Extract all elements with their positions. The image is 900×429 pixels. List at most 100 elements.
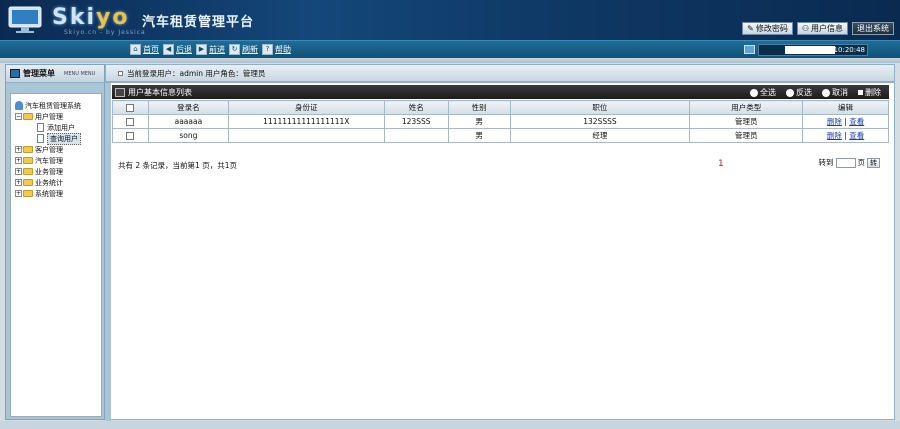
expand-icon: +: [15, 168, 22, 175]
list-icon: [115, 87, 125, 97]
current-user-text: 当前登录用户：admin 用户角色：管理员: [127, 68, 266, 78]
cell-login: aaaaaa: [147, 114, 229, 129]
delete-icon: [858, 90, 863, 95]
col-id-card: 身份证: [227, 100, 385, 115]
change-password-button[interactable]: ✎ 修改密码: [742, 22, 793, 35]
folder-icon: [23, 179, 33, 186]
checkbox[interactable]: [126, 104, 135, 112]
brand-subtitle: Skiyo.cn - by Jessica: [64, 29, 146, 36]
refresh-link[interactable]: ↻ 刷新: [229, 44, 258, 55]
cell-position: 经理: [509, 128, 691, 143]
goto-label: 转到: [818, 158, 834, 167]
cell-user-type: 管理员: [689, 114, 804, 129]
app-title: 汽车租赁管理平台: [142, 15, 255, 30]
cancel-selection-button[interactable]: 取消: [822, 87, 848, 98]
col-edit: 编辑: [802, 100, 889, 115]
checkbox[interactable]: [126, 118, 135, 126]
menu-icon: [10, 69, 20, 78]
select-all-checkbox-cell[interactable]: [112, 100, 149, 115]
system-icon: [15, 101, 23, 110]
table-title: 用户基本信息列表: [128, 87, 192, 97]
clock-time: 10:20:48: [833, 46, 865, 54]
cell-name: [383, 128, 449, 143]
col-user-type: 用户类型: [689, 100, 804, 115]
clock-box: 10:20:48: [758, 44, 868, 56]
status-field: [785, 46, 835, 54]
folder-icon: [23, 190, 33, 197]
help-icon: ?: [262, 44, 273, 55]
folder-icon: [23, 168, 33, 175]
page-unit-label: 页: [857, 158, 866, 167]
app-header: Skiyo Skiyo.cn - by Jessica 汽车租赁管理平台 ✎ 修改…: [0, 0, 900, 40]
user-info-button[interactable]: ⚇ 用户信息: [796, 22, 848, 35]
view-link[interactable]: 查看: [849, 117, 864, 126]
tree-item-user-mgmt[interactable]: − 用户管理: [11, 111, 101, 122]
bullet-icon: [118, 70, 123, 76]
radio-icon: [750, 88, 758, 97]
expand-icon: +: [15, 157, 22, 164]
row-checkbox-cell[interactable]: [112, 128, 149, 143]
user-table: 登录名 身份证 姓名 性别 职位 用户类型 编辑 aaaaaa 11111111…: [112, 100, 889, 143]
forward-arrow-icon: ▶: [196, 44, 207, 55]
pencil-icon: ✎: [747, 24, 754, 33]
tree-item-business-stats[interactable]: + 业务统计: [11, 177, 101, 188]
expand-icon: +: [15, 179, 22, 186]
table-row: aaaaaa 11111111111111111X 123SSS 男 132SS…: [112, 114, 889, 129]
row-checkbox-cell[interactable]: [112, 114, 149, 129]
delete-link[interactable]: 删除: [827, 117, 842, 126]
folder-open-icon: [23, 113, 33, 120]
sidebar-header: 管理菜单 MENU MENU: [6, 65, 104, 83]
col-position: 职位: [509, 100, 691, 115]
table-title-bar: 用户基本信息列表 全选 反选 取消 删除: [112, 85, 889, 99]
page-number-link[interactable]: 1: [718, 159, 724, 169]
collapse-icon: −: [15, 113, 22, 120]
folder-icon: [23, 157, 33, 164]
checkbox[interactable]: [126, 132, 135, 140]
cell-position: 132SSSS: [509, 114, 691, 129]
cell-id-card: 11111111111111111X: [227, 114, 385, 129]
location-bar: 当前登录用户：admin 用户角色：管理员: [105, 64, 895, 82]
goto-button[interactable]: 转: [867, 157, 880, 168]
menu-tree: 汽车租赁管理系统 − 用户管理 添加用户 查询用户 + 客户管理 + 汽车管理 + 业务…: [10, 93, 102, 417]
cell-edit: 删除 | 查看: [802, 114, 889, 129]
home-icon: ⌂: [130, 44, 141, 55]
header-buttons: ✎ 修改密码 ⚇ 用户信息 退出系统: [742, 22, 894, 35]
help-link[interactable]: ? 帮助: [262, 44, 291, 55]
home-link[interactable]: ⌂ 首页: [130, 44, 159, 55]
logout-button[interactable]: 退出系统: [852, 22, 894, 35]
tree-item-system-mgmt[interactable]: + 系统管理: [11, 188, 101, 199]
tree-item-car-mgmt[interactable]: + 汽车管理: [11, 155, 101, 166]
invert-selection-button[interactable]: 反选: [786, 87, 812, 98]
folder-icon: [23, 146, 33, 153]
cell-gender: 男: [447, 128, 511, 143]
cell-gender: 男: [447, 114, 511, 129]
col-name: 姓名: [383, 100, 449, 115]
main-panel: 用户基本信息列表 全选 反选 取消 删除 登录名 身份证 姓名 性别 职位 用户…: [105, 82, 895, 421]
forward-link[interactable]: ▶ 前进: [196, 44, 225, 55]
table-row: song 男 经理 管理员 删除 | 查看: [112, 128, 889, 143]
radio-icon: [786, 88, 794, 97]
screen-icon: [744, 45, 755, 54]
expand-icon: +: [15, 190, 22, 197]
goto-page-input[interactable]: [835, 157, 856, 168]
view-link[interactable]: 查看: [849, 131, 864, 140]
table-header-row: 登录名 身份证 姓名 性别 职位 用户类型 编辑: [112, 100, 889, 115]
nav-links: ⌂ 首页 ◀ 后退 ▶ 前进 ↻ 刷新 ? 帮助: [130, 44, 291, 55]
radio-icon: [822, 88, 830, 97]
tree-item-business-mgmt[interactable]: + 业务管理: [11, 166, 101, 177]
toolbar: ⌂ 首页 ◀ 后退 ▶ 前进 ↻ 刷新 ? 帮助 10:20:48: [0, 40, 900, 58]
select-all-button[interactable]: 全选: [750, 87, 776, 98]
tree-item-query-user[interactable]: 查询用户: [11, 132, 101, 145]
tree-item-customer-mgmt[interactable]: + 客户管理: [11, 144, 101, 155]
tree-item-add-user[interactable]: 添加用户: [11, 122, 101, 133]
cell-name: 123SSS: [383, 114, 449, 129]
delete-selected-button[interactable]: 删除: [858, 87, 881, 98]
cell-login: song: [147, 128, 229, 143]
tree-root[interactable]: 汽车租赁管理系统: [11, 100, 101, 111]
expand-icon: +: [15, 146, 22, 153]
delete-link[interactable]: 删除: [827, 131, 842, 140]
refresh-icon: ↻: [229, 44, 240, 55]
col-gender: 性别: [447, 100, 511, 115]
back-link[interactable]: ◀ 后退: [163, 44, 192, 55]
sidebar: 管理菜单 MENU MENU 汽车租赁管理系统 − 用户管理 添加用户 查询用户 …: [5, 64, 105, 420]
